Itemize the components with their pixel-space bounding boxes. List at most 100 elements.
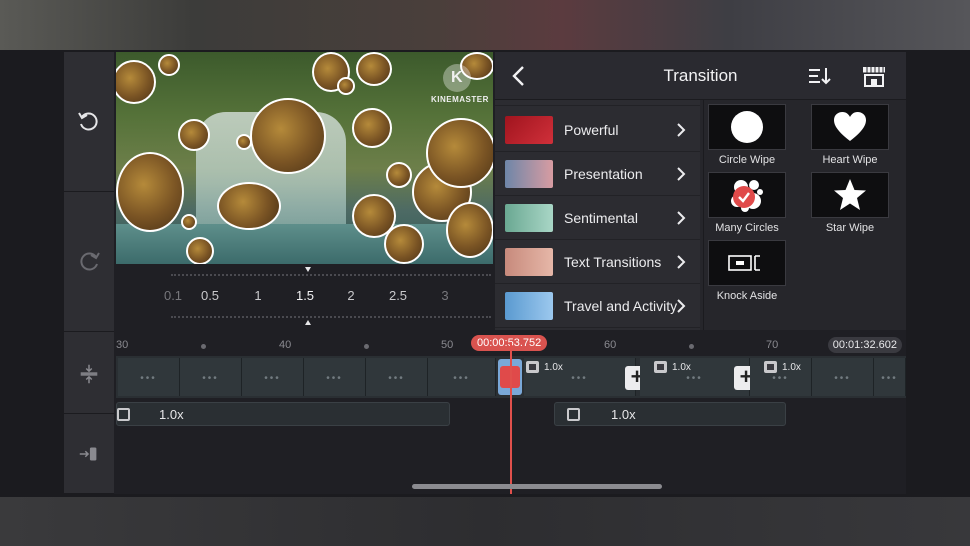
transition-label: Circle Wipe: [718, 154, 776, 166]
left-toolbar: [64, 52, 114, 494]
transition-many-circles[interactable]: Many Circles: [708, 172, 788, 238]
speed-label[interactable]: 2.5: [389, 288, 407, 303]
top-background: [0, 0, 970, 50]
circle-mask: [250, 98, 326, 174]
redo-button[interactable]: [64, 192, 114, 332]
undo-button[interactable]: [64, 52, 114, 192]
circle-mask: [384, 224, 424, 264]
circle-mask: [116, 152, 184, 232]
film-icon: [567, 408, 580, 421]
video-preview[interactable]: K KINEMASTER: [116, 52, 493, 264]
transition-heart-wipe[interactable]: Heart Wipe: [811, 104, 891, 170]
speed-label[interactable]: 2: [347, 288, 354, 303]
layer-clip[interactable]: 1.0x: [554, 402, 786, 426]
jump-to-end-button[interactable]: [64, 414, 114, 494]
circle-mask: [116, 60, 156, 104]
transition-thumbnail: [811, 104, 889, 150]
transition-thumbnail: [811, 172, 889, 218]
clip-speed-badge: 1.0x: [764, 361, 801, 373]
transition-label: Heart Wipe: [822, 154, 878, 166]
category-item-sentimental[interactable]: Sentimental: [495, 196, 700, 240]
clip-frame: •••: [118, 358, 180, 396]
playhead[interactable]: [510, 342, 512, 494]
chevron-right-icon: [677, 210, 686, 225]
circle-mask: [158, 54, 180, 76]
category-item-presentation[interactable]: Presentation: [495, 152, 700, 196]
circle-mask: [446, 202, 493, 258]
ruler-label: 30: [116, 339, 129, 351]
transition-circle-wipe[interactable]: Circle Wipe: [708, 104, 788, 170]
store-icon[interactable]: [861, 64, 887, 88]
ruler-label: 70: [766, 339, 779, 351]
circle-mask: [217, 182, 281, 230]
category-item-travel-and-activity[interactable]: Travel and Activity: [495, 284, 700, 328]
clip-frame: •••: [428, 358, 496, 396]
circle-mask: [337, 77, 355, 95]
category-label: Powerful: [564, 121, 619, 138]
category-thumbnail: [505, 116, 553, 144]
layer-speed: 1.0x: [159, 407, 184, 422]
scale-marker-bottom: [305, 320, 311, 325]
speed-label-selected[interactable]: 1.5: [296, 288, 314, 303]
checkmark-icon: [733, 186, 755, 208]
scale-dots-bottom: [171, 316, 491, 318]
transition-thumbnail: [708, 240, 786, 286]
ruler-label: 60: [604, 339, 617, 351]
clip-frame: •••: [812, 358, 874, 396]
scale-dots-top: [171, 274, 491, 276]
category-partial[interactable]: [495, 100, 700, 106]
layer-speed: 1.0x: [611, 407, 636, 422]
clip-speed-badge: 1.0x: [654, 361, 691, 373]
category-label: Travel and Activity: [564, 297, 678, 314]
circle-mask: [356, 52, 392, 86]
transition-thumbnail-selected: [708, 172, 786, 218]
circle-mask: [186, 237, 214, 264]
clip-frame: •••: [366, 358, 428, 396]
total-time-badge: 00:01:32.602: [827, 337, 902, 353]
chevron-right-icon: [677, 298, 686, 313]
expand-tracks-button[interactable]: [64, 334, 114, 414]
timeline[interactable]: 30 40 50 60 70 00:00:53.752 00:01:32.602…: [116, 334, 906, 494]
category-thumbnail: [505, 248, 553, 276]
category-thumbnail: [505, 204, 553, 232]
jump-to-end-icon: [79, 447, 97, 460]
film-icon: [764, 361, 777, 373]
circle-icon: [731, 111, 763, 143]
scale-marker-top: [305, 267, 311, 272]
transition-knock-aside[interactable]: Knock Aside: [708, 240, 788, 306]
speed-scale[interactable]: 0.1 0.5 1 1.5 2 2.5 3: [116, 264, 493, 330]
film-icon: [526, 361, 539, 373]
panel-header: Transition: [495, 52, 906, 100]
watermark: K KINEMASTER: [431, 64, 488, 104]
clip-speed-badge: 1.0x: [526, 361, 563, 373]
ruler-dot: [201, 344, 206, 349]
knock-aside-icon: [728, 255, 760, 271]
category-list[interactable]: Powerful Presentation Sentimental Text T…: [495, 100, 700, 330]
category-thumbnail: [505, 160, 553, 188]
clip-frame: •••: [874, 358, 906, 396]
panel-title: Transition: [663, 66, 738, 85]
speed-label[interactable]: 1: [254, 288, 261, 303]
film-icon: [654, 361, 667, 373]
category-item-text-transitions[interactable]: Text Transitions: [495, 240, 700, 284]
transition-star-wipe[interactable]: Star Wipe: [811, 172, 891, 238]
category-label: Presentation: [564, 165, 643, 182]
star-icon: [834, 179, 866, 210]
chevron-right-icon: [677, 166, 686, 181]
layer-clip[interactable]: 1.0x: [116, 402, 450, 426]
category-item-powerful[interactable]: Powerful: [495, 108, 700, 152]
sort-icon[interactable]: [807, 65, 831, 87]
circle-mask: [426, 118, 493, 188]
ruler-dot: [364, 344, 369, 349]
clip-frame: •••: [180, 358, 242, 396]
speed-label[interactable]: 3: [441, 288, 448, 303]
transition-panel: Transition Powerful Presentation Sentime…: [495, 52, 906, 330]
speed-label[interactable]: 0.1: [164, 288, 182, 303]
circle-mask: [178, 119, 210, 151]
expand-tracks-icon: [80, 364, 98, 383]
transition-label: Star Wipe: [825, 222, 875, 234]
transition-grid: Circle Wipe Heart Wipe Many Circles Star…: [703, 100, 906, 330]
speed-label[interactable]: 0.5: [201, 288, 219, 303]
chevron-right-icon: [677, 254, 686, 269]
timeline-scrollbar[interactable]: [412, 484, 662, 489]
